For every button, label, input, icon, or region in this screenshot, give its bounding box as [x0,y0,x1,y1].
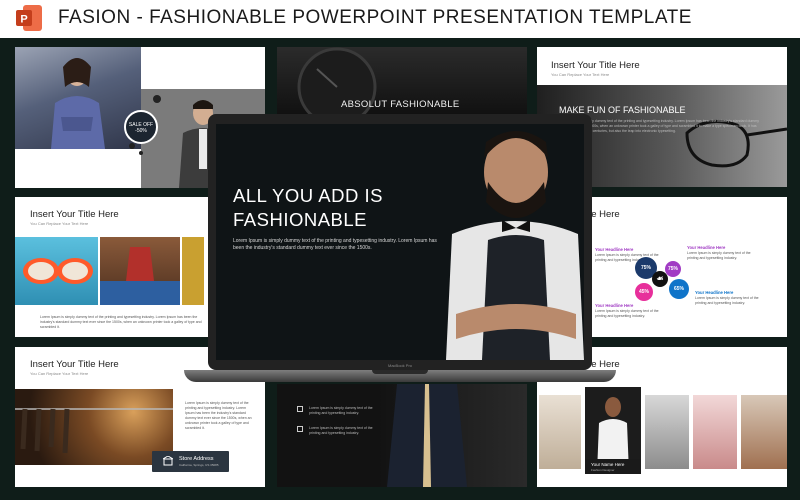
decoration-dot [139,151,143,155]
sunglasses-photo [15,237,98,305]
decoration-dot [129,143,135,149]
slide-7-title: Insert Your Title Here [30,359,119,370]
slide-4-title: Insert Your Title Here [30,209,119,220]
team-member-role: Fashion Designer [591,468,615,472]
slide-3-subtitle: You Can Replace Your Text Here [551,72,610,77]
hero-title-line-1: ALL YOU ADD IS [233,185,383,206]
store-icon [163,456,173,466]
laptop-screen: ALL YOU ADD IS FASHIONABLE Lorem Ipsum i… [216,124,584,360]
hero-title: ALL YOU ADD IS FASHIONABLE [233,184,383,232]
clothing-rack-photo [15,389,173,465]
list-item-icon [297,406,303,412]
slide-6-text-right: Lorem Ipsum is simply dummy text of the … [687,251,751,260]
team-member-card: Your Name Here Fashion Designer [585,459,641,474]
hero-text: Lorem Ipsum is simply dummy text of the … [233,238,437,251]
model-photo-woman [15,47,141,149]
store-address-button[interactable]: Store Address California, Springs, US 35… [152,451,229,472]
slide-4-paragraph: Lorem Ipsum is simply dummy text of the … [40,315,202,329]
model-photo-5 [741,395,787,469]
slide-thumbnail-2[interactable]: ABSOLUT FASHIONABLE [277,47,527,117]
shopping-bag-icon: ☙ [652,271,668,287]
accessory-photo [182,237,204,305]
store-address-subtext: California, Springs, US 35085 [179,463,219,467]
clothing-rack-illustration [15,408,173,454]
model-woman-illustration [51,58,105,149]
laptop-brand-label: MacBook Pro [387,363,412,368]
hero-title-line-2: FASHIONABLE [233,209,368,230]
slide-2-title: ABSOLUT FASHIONABLE [341,99,460,110]
slide-7-subtitle: You Can Replace Your Text Here [30,371,89,376]
percentage-circle: 75% [665,261,681,277]
model-photo-1 [539,395,581,469]
percentage-circle: 45% [635,283,653,301]
slide-6-text-bottom-left: Lorem Ipsum is simply dummy text of the … [595,309,659,318]
slide-6-headline-left: Your Headline Here [595,247,634,252]
list-item-icon [297,426,303,432]
sunglasses-illustration [23,258,93,284]
model-photo-3 [645,395,689,469]
slide-thumbnail-8[interactable]: Lorem Ipsum is simply dummy text of the … [277,384,527,487]
powerpoint-icon: P [16,5,42,31]
page-title: FASION - FASHIONABLE POWERPOINT PRESENTA… [58,7,692,28]
mannequin-photo [100,237,180,305]
sale-badge: SALE OFF -50% [124,110,158,144]
list-item-text: Lorem Ipsum is simply dummy text of the … [309,426,373,435]
slide-7-paragraph: Lorem Ipsum is simply dummy text of the … [185,401,252,430]
page-header: P FASION - FASHIONABLE POWERPOINT PRESEN… [0,0,800,38]
laptop-notch [372,370,428,374]
slide-3-title: Insert Your Title Here [551,60,640,71]
store-address-label: Store Address [179,456,214,462]
slide-4-subtitle: You Can Replace Your Text Here [30,221,89,226]
slide-6-headline-bottom-right: Your Headline Here [695,290,734,295]
slide-6-headline-bottom-left: Your Headline Here [595,303,634,308]
team-member-name: Your Name Here [591,462,625,467]
decoration-dot [153,95,161,103]
slide-6-text-bottom-right: Lorem Ipsum is simply dummy text of the … [695,296,759,305]
mannequin-illustration [100,247,180,305]
sale-badge-value: -50% [135,128,147,134]
powerpoint-icon-letter: P [20,14,27,26]
slide-6-headline-right: Your Headline Here [687,245,726,250]
model-photo-4 [693,395,737,469]
percentage-circle: 65% [669,279,689,299]
list-item-text: Lorem Ipsum is simply dummy text of the … [309,406,373,415]
